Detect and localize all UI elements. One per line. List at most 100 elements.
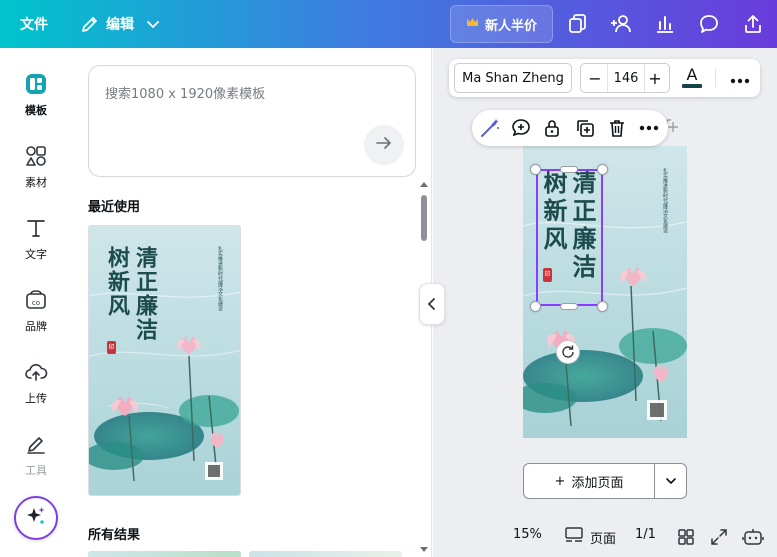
panel-scrollbar[interactable]: [418, 182, 430, 552]
design-subtitle[interactable]: 扎实推进新时代廉洁文化建设: [661, 168, 668, 233]
text-icon: [20, 212, 52, 244]
zoom-level[interactable]: 15%: [513, 527, 542, 542]
resize-handle-top-left[interactable]: [530, 164, 541, 175]
file-menu-label: 文件: [20, 17, 48, 33]
promo-label: 新人半价: [484, 18, 537, 34]
share-upload-icon[interactable]: [741, 12, 765, 36]
edit-menu-label: 编辑: [106, 17, 134, 33]
rail-label-text: 文字: [25, 248, 47, 261]
templates-panel: 最近使用 清正廉洁 树新风 印 扎实推进新时代廉洁文化建设: [72, 48, 432, 557]
elements-icon: [20, 140, 52, 172]
thumb-subtitle: 扎实推进新时代廉洁文化建设: [217, 246, 223, 311]
rail-item-text[interactable]: 文字: [0, 212, 72, 268]
lock-icon[interactable]: [541, 117, 563, 139]
pencil-icon: [80, 14, 100, 34]
more-options-button[interactable]: [725, 63, 755, 93]
font-size-input[interactable]: 146: [607, 64, 645, 92]
font-size-control: − 146 +: [580, 63, 670, 93]
rotate-icon: [561, 343, 575, 362]
fullscreen-icon[interactable]: [709, 527, 729, 547]
font-size-increase-button[interactable]: +: [643, 64, 667, 92]
rail-label-brand: 品牌: [25, 320, 47, 333]
insights-chart-icon[interactable]: [653, 12, 677, 36]
add-collaborator-icon[interactable]: [608, 12, 636, 36]
add-page-control: + 添加页面: [523, 463, 687, 499]
trash-icon[interactable]: [606, 117, 628, 139]
pages-label: 页面: [590, 531, 617, 547]
font-size-decrease-button[interactable]: −: [583, 64, 607, 92]
result-template-card[interactable]: [88, 551, 241, 557]
template-search-input[interactable]: [105, 82, 395, 106]
duplicate-icon[interactable]: [574, 117, 596, 139]
magic-assistant-button[interactable]: [14, 496, 58, 540]
thumb-title-col1: 清正廉洁: [132, 246, 158, 342]
font-family-dropdown[interactable]: Ma Shan Zheng: [454, 63, 572, 93]
plus-icon: +: [554, 473, 566, 489]
rail-label-elements: 素材: [25, 176, 47, 189]
collapse-panel-button[interactable]: [419, 283, 445, 325]
all-results-title: 所有结果: [88, 528, 141, 543]
resize-handle-bottom[interactable]: [560, 303, 578, 310]
rail-item-tools[interactable]: 工具: [0, 428, 72, 484]
chevron-left-icon: [427, 295, 437, 314]
page-count: 1/1: [635, 527, 656, 542]
recent-section-title: 最近使用: [88, 200, 141, 215]
thumb-seal: 印: [107, 341, 116, 354]
cloud-upload-icon: [20, 356, 52, 388]
selection-frame[interactable]: [536, 169, 603, 306]
rotate-handle[interactable]: [556, 340, 580, 364]
chevron-down-icon: [665, 472, 677, 491]
rail-item-templates[interactable]: 模板: [0, 68, 72, 124]
rail-label-upload: 上传: [25, 392, 47, 405]
brand-icon: co: [20, 284, 52, 316]
resize-handle-bottom-right[interactable]: [597, 301, 608, 312]
draw-tools-icon: [20, 428, 52, 460]
rail-item-upload[interactable]: 上传: [0, 356, 72, 412]
element-context-toolbar: [472, 110, 668, 146]
search-submit-button[interactable]: [364, 125, 404, 165]
rail-label-templates: 模板: [25, 104, 47, 117]
pages-grid-icon: [564, 526, 584, 548]
top-header: 文件 编辑 新人半价: [0, 0, 777, 48]
chevron-down-icon: [146, 17, 160, 31]
grid-view-icon[interactable]: [676, 527, 696, 547]
svg-text:co: co: [32, 299, 40, 307]
edit-menu[interactable]: 编辑: [80, 0, 160, 48]
scrollbar-thumb[interactable]: [421, 195, 427, 241]
scroll-down-arrow[interactable]: [420, 547, 428, 552]
add-comment-icon[interactable]: [510, 117, 532, 139]
resize-handle-top-right[interactable]: [597, 164, 608, 175]
toolbar-divider: [715, 69, 716, 87]
promo-button[interactable]: 新人半价: [450, 5, 553, 43]
comment-icon[interactable]: [697, 12, 721, 36]
copy-pages-icon[interactable]: [565, 12, 589, 36]
left-rail: 模板 素材 文字 co 品牌 上传 工具: [0, 48, 72, 557]
magic-edit-icon[interactable]: [479, 117, 501, 139]
text-color-glyph: A: [686, 65, 698, 84]
add-page-label: 添加页面: [571, 475, 624, 491]
recent-template-card[interactable]: 清正廉洁 树新风 印 扎实推进新时代廉洁文化建设: [88, 225, 241, 496]
more-horizontal-icon: [730, 69, 750, 88]
templates-icon: [20, 68, 52, 100]
pages-button[interactable]: 页面: [564, 526, 616, 548]
template-search-box[interactable]: [88, 65, 416, 177]
help-assistant-icon[interactable]: [742, 527, 764, 547]
thumb-title-col2: 树新风: [104, 246, 130, 318]
text-format-toolbar: Ma Shan Zheng − 146 + A: [449, 59, 760, 97]
resize-handle-top[interactable]: [560, 166, 578, 173]
add-page-dropdown-button[interactable]: [655, 464, 686, 498]
add-page-button[interactable]: + 添加页面: [524, 464, 654, 498]
resize-handle-bottom-left[interactable]: [530, 301, 541, 312]
more-horizontal-icon[interactable]: [638, 117, 660, 139]
scroll-up-arrow[interactable]: [420, 182, 428, 187]
rail-item-brand[interactable]: co 品牌: [0, 284, 72, 340]
rail-label-tools: 工具: [25, 464, 47, 477]
sparkle-icon: [25, 505, 47, 531]
result-template-card[interactable]: [249, 551, 402, 557]
file-menu[interactable]: 文件: [20, 0, 48, 48]
canvas-footer: 15% 页面 1/1: [433, 517, 777, 557]
text-color-swatch: [682, 84, 702, 88]
rail-item-elements[interactable]: 素材: [0, 140, 72, 196]
text-color-button[interactable]: A: [681, 66, 703, 90]
arrow-right-icon: [375, 134, 393, 156]
